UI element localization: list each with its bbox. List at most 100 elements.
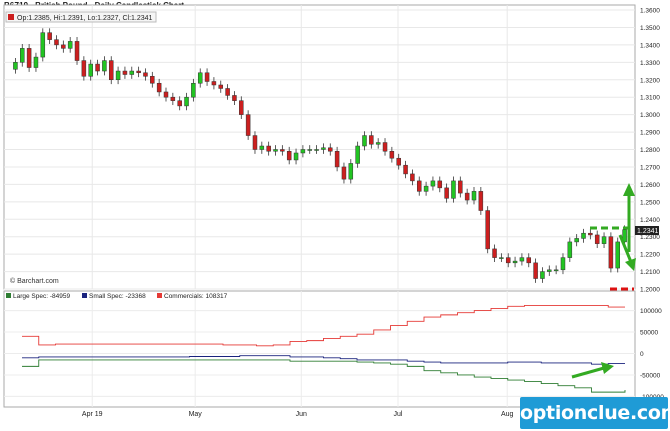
- candle-body: [95, 63, 100, 72]
- candle-body: [67, 41, 73, 49]
- cot-tick-label: -50000: [640, 372, 661, 379]
- candle-body: [451, 180, 456, 199]
- candle-body: [348, 163, 354, 180]
- price-tick-label: 1.2300: [640, 234, 660, 241]
- candle-body: [211, 81, 217, 86]
- candle-body: [170, 96, 176, 101]
- x-tick-label: Aug: [501, 411, 514, 418]
- ohlc-label: Op:1.2385, Hi:1.2391, Lo:1.2327, Cl:1.23…: [17, 15, 153, 22]
- candle-body: [362, 135, 367, 147]
- price-tick-label: 1.2900: [640, 130, 660, 137]
- legend-commercials: Commercials: 108317: [164, 293, 228, 300]
- price-tick-label: 1.3500: [640, 25, 660, 32]
- candle-body: [355, 145, 360, 164]
- price-tick-label: 1.2500: [640, 199, 660, 206]
- candle-body: [33, 56, 39, 68]
- price-tick-label: 1.2200: [640, 252, 660, 259]
- price-tick-label: 1.3000: [640, 112, 660, 119]
- cot-panel: [3, 290, 636, 408]
- x-tick-label: Jun: [296, 411, 307, 418]
- candle-body: [252, 135, 258, 150]
- candle-body: [396, 157, 401, 166]
- candle-body: [574, 238, 579, 243]
- candle-body: [328, 147, 333, 152]
- candle-body: [492, 248, 497, 258]
- candle-body: [115, 70, 121, 80]
- candle-body: [197, 72, 203, 84]
- candle-body: [389, 150, 395, 159]
- candle-body: [136, 70, 141, 74]
- candle-body: [567, 241, 573, 258]
- last-price-label: 1.2341: [637, 228, 659, 235]
- candle-body: [485, 210, 490, 250]
- candle-body: [410, 173, 415, 182]
- candle-body: [321, 147, 326, 150]
- watermark-badge: optionclue.com: [520, 397, 670, 429]
- candle-body: [184, 96, 189, 107]
- price-tick-label: 1.2000: [640, 287, 660, 294]
- price-tick-label: 1.2800: [640, 147, 660, 154]
- candle-body: [505, 257, 511, 264]
- candle-body: [471, 191, 477, 201]
- candle-body: [560, 257, 566, 271]
- candle-body: [47, 32, 52, 40]
- price-tick-label: 1.3600: [640, 8, 660, 15]
- candle-body: [416, 180, 422, 192]
- candle-body: [512, 260, 518, 264]
- candle-body: [156, 82, 162, 93]
- price-tick-label: 1.2700: [640, 164, 660, 171]
- price-tick-label: 1.2600: [640, 182, 660, 189]
- price-tick-label: 1.3100: [640, 95, 660, 102]
- candle-body: [40, 32, 46, 58]
- candle-body: [458, 180, 463, 194]
- candle-body: [286, 150, 292, 161]
- candle-body: [204, 72, 210, 82]
- candle-body: [519, 257, 525, 262]
- cot-tick-label: 0: [640, 351, 644, 358]
- cot-legend: Large Spec: -84959 Small Spec: -23368 Co…: [6, 293, 228, 300]
- candle-body: [314, 149, 319, 151]
- x-tick-label: Jul: [394, 411, 403, 418]
- candle-body: [61, 44, 66, 49]
- legend-large-spec: Large Spec: -84959: [13, 293, 70, 300]
- candle-body: [581, 232, 586, 239]
- candle-body: [163, 91, 169, 98]
- price-tick-label: 1.3300: [640, 60, 660, 67]
- candle-body: [150, 76, 155, 84]
- candle-body: [341, 166, 347, 180]
- x-tick-label: Apr 19: [82, 411, 103, 418]
- candle-body: [437, 180, 443, 189]
- price-panel: [3, 4, 636, 290]
- candle-body: [280, 149, 285, 152]
- ohlc-swatch: [8, 14, 14, 20]
- candle-body: [423, 185, 429, 192]
- candle-body: [547, 269, 552, 272]
- candle-body: [601, 236, 607, 244]
- candle-body: [20, 48, 25, 63]
- source-label: © Barchart.com: [10, 277, 59, 285]
- watermark-text: optionclue.com: [520, 402, 670, 424]
- candle-body: [540, 271, 545, 279]
- price-tick-label: 1.2400: [640, 217, 660, 224]
- x-tick-label: May: [189, 411, 203, 418]
- legend-small-spec: Small Spec: -23368: [89, 293, 146, 300]
- candle-body: [293, 152, 299, 161]
- candle-body: [478, 191, 484, 211]
- candle-body: [225, 88, 230, 96]
- candle-body: [615, 241, 620, 269]
- candle-body: [375, 142, 381, 145]
- candle-body: [533, 262, 538, 279]
- candle-body: [273, 149, 278, 152]
- candle-body: [88, 63, 93, 77]
- candle-body: [177, 100, 182, 107]
- cot-tick-label: 50000: [640, 330, 658, 337]
- candle-body: [464, 192, 470, 201]
- candle-body: [191, 82, 196, 98]
- candle-body: [553, 269, 559, 272]
- candle-body: [499, 257, 504, 259]
- candle-body: [26, 48, 32, 68]
- candle-body: [129, 70, 135, 75]
- cot-tick-label: 100000: [640, 308, 662, 315]
- candle-body: [143, 72, 148, 77]
- price-tick-label: 1.3400: [640, 42, 660, 49]
